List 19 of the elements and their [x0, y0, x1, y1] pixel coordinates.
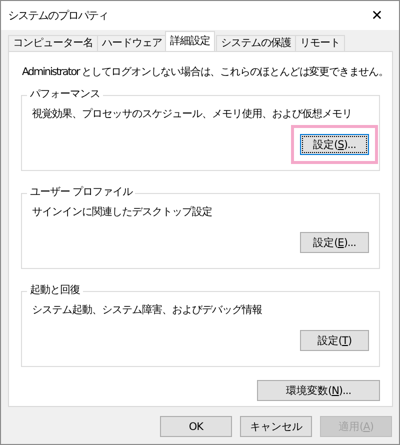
group-title: パフォーマンス: [27, 87, 103, 101]
environment-variables-button[interactable]: 環境変数(N)...: [257, 380, 380, 401]
settings-button[interactable]: 設定(T): [300, 330, 369, 351]
group-title: ユーザー プロファイル: [27, 185, 136, 199]
settings-button[interactable]: 設定(S)...: [300, 134, 369, 155]
close-button[interactable]: ✕: [355, 1, 399, 30]
settings-button[interactable]: 設定(E)...: [300, 232, 369, 253]
group-description: サインインに関連したデスクトップ設定: [32, 205, 213, 219]
tab[interactable]: コンピューター名: [8, 35, 98, 51]
group-title: 起動と回復: [27, 283, 83, 297]
group-description: 視覚効果、プロセッサのスケジュール、メモリ使用、および仮想メモリ: [32, 107, 353, 121]
dialog-button[interactable]: OK: [160, 416, 232, 437]
window-title: システムのプロパティ: [8, 8, 108, 23]
tab[interactable]: リモート: [295, 35, 345, 51]
tab[interactable]: システムの保護: [216, 35, 296, 51]
group-description: システム起動、システム障害、およびデバッグ情報: [32, 303, 263, 317]
dialog-button[interactable]: キャンセル: [240, 416, 312, 437]
notice-text: Administrator としてログオンしない場合は、これらのほとんどは変更できません。: [22, 65, 390, 80]
tab[interactable]: 詳細設定: [165, 31, 215, 51]
